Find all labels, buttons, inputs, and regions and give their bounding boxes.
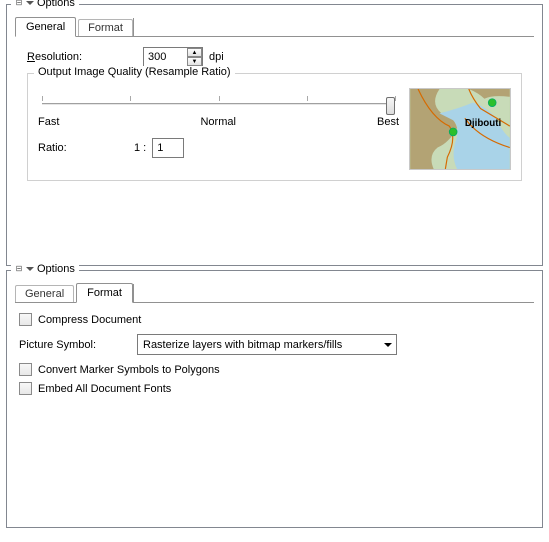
quality-groupbox: Output Image Quality (Resample Ratio) Fa… xyxy=(27,73,522,181)
chevron-down-icon[interactable] xyxy=(25,264,35,274)
ratio-label: Ratio: xyxy=(38,142,128,154)
resolution-unit: dpi xyxy=(209,51,224,63)
map-preview: Djibouti xyxy=(409,88,511,170)
tab-general[interactable]: General xyxy=(15,17,76,37)
panel-header: ⊟ Options xyxy=(11,0,79,9)
picture-symbol-label: Picture Symbol: xyxy=(19,339,129,351)
slider-label-fast: Fast xyxy=(38,116,59,128)
collapse-icon[interactable]: ⊟ xyxy=(15,265,23,273)
picture-symbol-value: Rasterize layers with bitmap markers/fil… xyxy=(143,339,342,351)
checkbox-icon[interactable] xyxy=(19,382,32,395)
panel-title: Options xyxy=(37,263,75,275)
quality-title: Output Image Quality (Resample Ratio) xyxy=(34,66,235,78)
compress-label: Compress Document xyxy=(38,314,141,326)
chevron-down-icon xyxy=(384,343,392,347)
ratio-prefix: 1 : xyxy=(134,142,146,154)
quality-slider[interactable] xyxy=(42,94,395,114)
picture-symbol-select[interactable]: Rasterize layers with bitmap markers/fil… xyxy=(137,334,397,355)
checkbox-icon[interactable] xyxy=(19,313,32,326)
slider-thumb[interactable] xyxy=(386,97,395,115)
tab-format[interactable]: Format xyxy=(78,19,133,36)
resolution-spin-up[interactable]: ▲ xyxy=(187,48,202,57)
tabs: General Format xyxy=(15,281,534,303)
resolution-label: Resolution: xyxy=(27,51,137,63)
collapse-icon[interactable]: ⊟ xyxy=(15,0,23,7)
slider-label-normal: Normal xyxy=(200,116,235,128)
svg-text:Djibouti: Djibouti xyxy=(465,118,502,129)
compress-row[interactable]: Compress Document xyxy=(19,313,530,326)
embed-row[interactable]: Embed All Document Fonts xyxy=(19,382,530,395)
resolution-row: Resolution: ▲ ▼ dpi xyxy=(27,47,522,67)
convert-label: Convert Marker Symbols to Polygons xyxy=(38,364,220,376)
panel-header: ⊟ Options xyxy=(11,263,79,275)
tabs: General Format xyxy=(15,15,534,37)
checkbox-icon[interactable] xyxy=(19,363,32,376)
ratio-input[interactable] xyxy=(152,138,184,158)
embed-label: Embed All Document Fonts xyxy=(38,383,171,395)
tab-general[interactable]: General xyxy=(15,285,74,302)
options-panel-2: ⊟ Options General Format Compress Docume… xyxy=(6,270,543,528)
slider-label-best: Best xyxy=(377,116,399,128)
convert-row[interactable]: Convert Marker Symbols to Polygons xyxy=(19,363,530,376)
panel-title: Options xyxy=(37,0,75,9)
picture-symbol-row: Picture Symbol: Rasterize layers with bi… xyxy=(19,334,530,355)
resolution-spin-down[interactable]: ▼ xyxy=(187,57,202,66)
options-panel-1: ⊟ Options General Format Resolution: ▲ ▼… xyxy=(6,4,543,266)
tab-format[interactable]: Format xyxy=(76,283,133,303)
chevron-down-icon[interactable] xyxy=(25,0,35,8)
